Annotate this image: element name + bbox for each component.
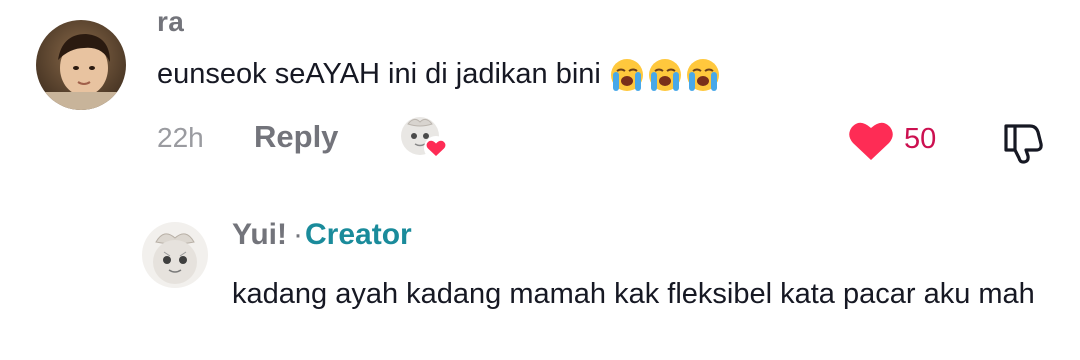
commenter-username[interactable]: ra <box>157 6 184 38</box>
loudly-crying-face-icon <box>610 59 643 92</box>
heart-filled-icon <box>849 122 893 160</box>
liked-by-creator-badge <box>400 114 452 164</box>
comment-item: ra eunseok seAYAH ini di jadikan bini 22… <box>0 0 1080 200</box>
reply-item: Yui! ·Creator kadang ayah kadang mamah ka… <box>0 200 1080 360</box>
reply-button[interactable]: Reply <box>254 119 338 155</box>
comment-timestamp: 22h <box>157 122 204 153</box>
emoji-group <box>609 57 721 93</box>
replier-avatar[interactable] <box>142 222 208 288</box>
reply-header: Yui! ·Creator <box>232 218 412 252</box>
header-separator: · <box>293 218 304 251</box>
like-button[interactable] <box>848 118 894 162</box>
replier-username[interactable]: Yui! <box>232 218 287 251</box>
dislike-button[interactable] <box>1000 120 1046 164</box>
creator-badge: Creator <box>305 218 412 251</box>
comment-text-content: eunseok seAYAH ini di jadikan bini <box>157 58 601 90</box>
reply-text: kadang ayah kadang mamah kak fleksibel k… <box>232 278 1035 310</box>
thumbs-down-icon <box>1004 124 1043 164</box>
commenter-avatar[interactable] <box>36 20 126 110</box>
like-count: 50 <box>904 123 937 155</box>
comment-text: eunseok seAYAH ini di jadikan bini <box>157 56 721 93</box>
creator-avatar-heart-icon <box>401 117 448 160</box>
loudly-crying-face-icon <box>686 59 719 92</box>
loudly-crying-face-icon <box>648 59 681 92</box>
